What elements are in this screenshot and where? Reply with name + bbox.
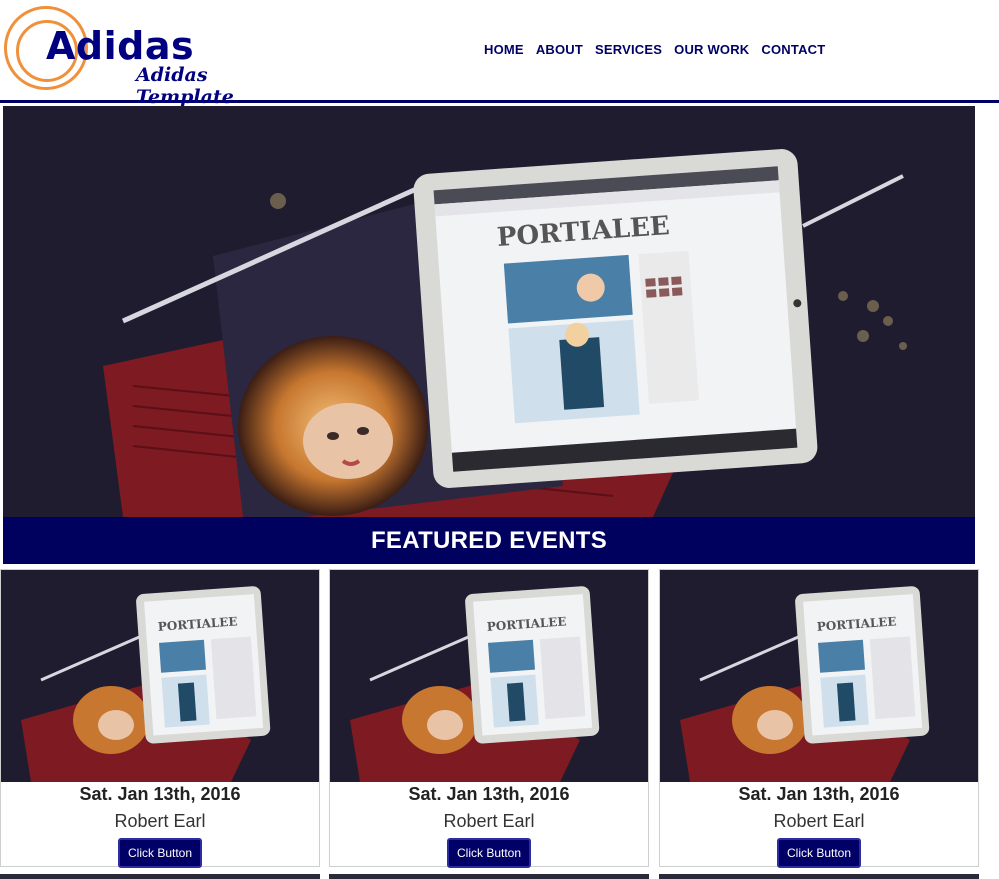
event-photo: PORTIALEE [330,570,648,782]
logo[interactable]: Adidas Adidas Template [2,4,302,108]
nav-contact[interactable]: CONTACT [761,42,825,57]
click-button[interactable]: Click Button [777,838,861,868]
nav-our-work[interactable]: OUR WORK [674,42,749,57]
event-photo: PORTIALEE [1,570,319,782]
event-date: Sat. Jan 13th, 2016 [408,784,570,804]
event-thumbnail: PORTIALEE [660,570,978,782]
hero-photo: PORTIALEE [3,106,975,517]
next-card-row-edge [659,874,979,879]
event-thumbnail: PORTIALEE [1,570,319,782]
event-name: Robert Earl [443,811,535,831]
event-date: Sat. Jan 13th, 2016 [738,784,900,804]
next-card-row-edge [0,874,320,879]
logo-title: Adidas [46,24,195,68]
hero-right-gutter [975,106,999,566]
event-name: Robert Earl [114,811,206,831]
logo-subtitle: Adidas Template [136,64,234,108]
click-button[interactable]: Click Button [118,838,202,868]
site-header: Adidas Adidas Template HOME ABOUT SERVIC… [0,0,999,108]
event-card: PORTIALEE Sat. Jan 13th, 2016 Robert Ear… [659,569,979,868]
event-card: PORTIALEE Sat. Jan 13th, 2016 Robert Ear… [0,569,320,868]
featured-events-banner: FEATURED EVENTS [3,517,975,564]
event-photo: PORTIALEE [660,570,978,782]
next-card-row-edge [329,874,649,879]
nav-services[interactable]: SERVICES [595,42,662,57]
event-date: Sat. Jan 13th, 2016 [79,784,241,804]
event-thumbnail: PORTIALEE [330,570,648,782]
click-button[interactable]: Click Button [447,838,531,868]
nav-about[interactable]: ABOUT [536,42,583,57]
event-name: Robert Earl [773,811,865,831]
featured-events-title: FEATURED EVENTS [370,526,608,554]
hero-image: PORTIALEE [3,106,975,517]
event-card: PORTIALEE Sat. Jan 13th, 2016 Robert Ear… [329,569,649,868]
event-cards: PORTIALEE Sat. Jan 13th, 2016 Robert Ear… [0,569,999,879]
nav-home[interactable]: HOME [484,42,524,57]
main-nav: HOME ABOUT SERVICES OUR WORK CONTACT [484,42,837,57]
